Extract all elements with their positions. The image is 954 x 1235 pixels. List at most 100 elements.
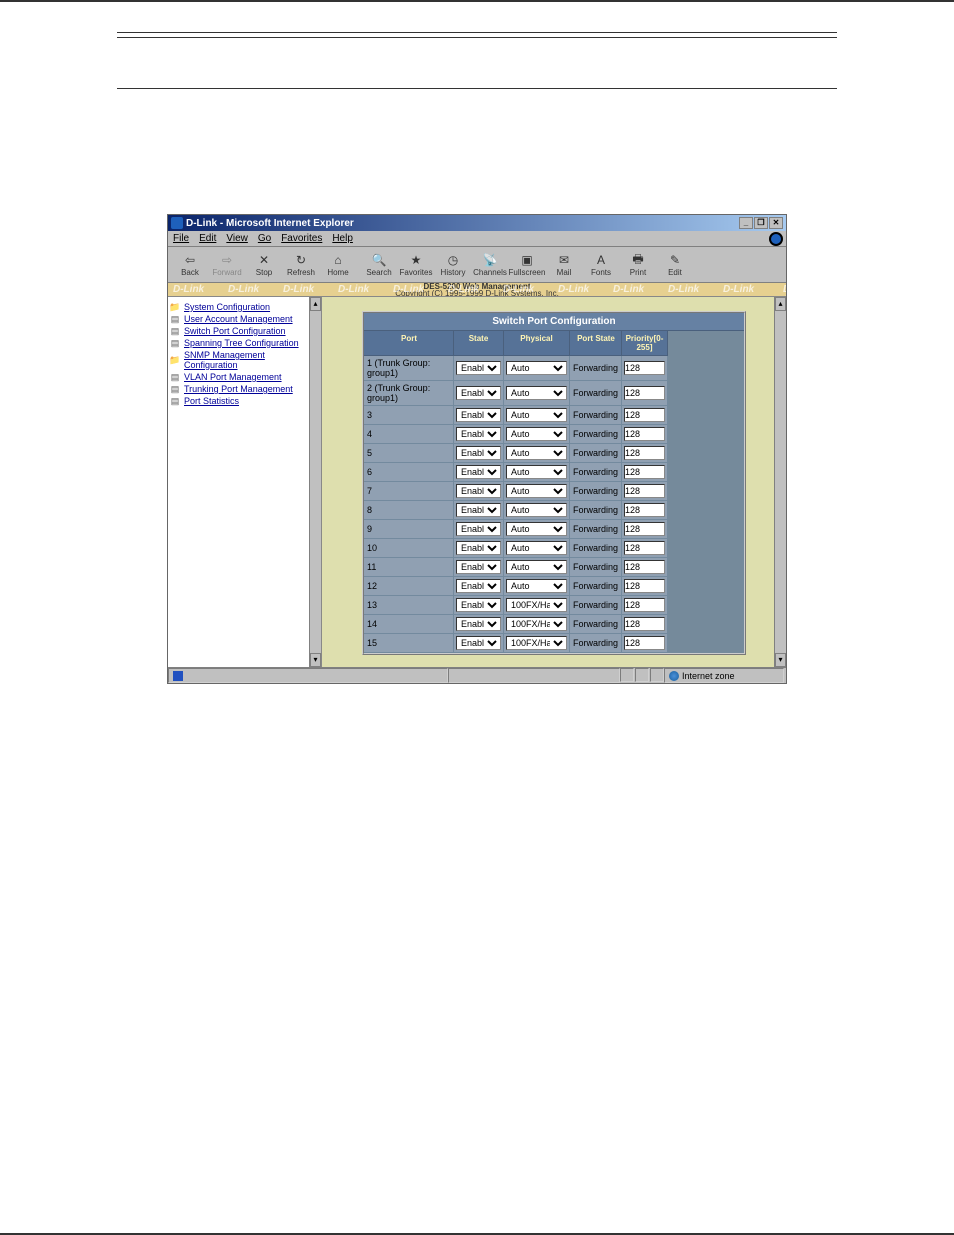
physical-select[interactable]: Auto xyxy=(506,465,567,479)
sidebar-item[interactable]: ▤Trunking Port Management xyxy=(170,383,319,395)
state-select[interactable]: Enable xyxy=(456,465,501,479)
scroll-down-icon[interactable]: ▾ xyxy=(310,653,321,667)
physical-select[interactable]: 100FX/Half xyxy=(506,617,567,631)
refresh-icon: ↻ xyxy=(293,252,309,268)
menu-go[interactable]: Go xyxy=(258,233,271,244)
sidebar-item[interactable]: 📁System Configuration xyxy=(170,301,319,313)
physical-select[interactable]: Auto xyxy=(506,361,567,375)
banner-text: DES-5200 Web Management Copyright (C) 19… xyxy=(395,283,559,297)
toolbar-search-button[interactable]: 🔍Search xyxy=(361,248,397,282)
physical-select[interactable]: Auto xyxy=(506,427,567,441)
sidebar-item[interactable]: ▤User Account Management xyxy=(170,313,319,325)
state-select[interactable]: Enable xyxy=(456,522,501,536)
toolbar-mail-button[interactable]: ✉Mail xyxy=(546,248,582,282)
toolbar-back-button[interactable]: ⇦Back xyxy=(172,248,208,282)
toolbar-print-button[interactable]: 🖶Print xyxy=(620,248,656,282)
priority-input[interactable] xyxy=(624,522,665,536)
toolbar-fullscreen-button[interactable]: ▣Fullscreen xyxy=(509,248,545,282)
scroll-up-icon[interactable]: ▴ xyxy=(775,297,786,311)
physical-select[interactable]: Auto xyxy=(506,386,567,400)
menu-file[interactable]: File xyxy=(173,233,189,244)
priority-input[interactable] xyxy=(624,408,665,422)
priority-input[interactable] xyxy=(624,503,665,517)
sidebar-item[interactable]: ▤Switch Port Configuration xyxy=(170,325,319,337)
sidebar-scrollbar[interactable]: ▴ ▾ xyxy=(309,297,321,667)
close-button[interactable]: ✕ xyxy=(769,217,783,229)
channels-icon: 📡 xyxy=(482,252,498,268)
menu-view[interactable]: View xyxy=(226,233,248,244)
table-title: Switch Port Configuration xyxy=(364,313,744,331)
priority-input[interactable] xyxy=(624,541,665,555)
scroll-up-icon[interactable]: ▴ xyxy=(310,297,321,311)
state-select[interactable]: Enable xyxy=(456,560,501,574)
portstate-label: Forwarding xyxy=(570,615,622,634)
sidebar-item[interactable]: ▤Spanning Tree Configuration xyxy=(170,337,319,349)
table-row: 1 (Trunk Group: group1)EnableAutoForward… xyxy=(364,356,744,381)
history-icon: ◷ xyxy=(445,252,461,268)
state-select[interactable]: Enable xyxy=(456,408,501,422)
priority-input[interactable] xyxy=(624,465,665,479)
toolbar-history-button[interactable]: ◷History xyxy=(435,248,471,282)
priority-input[interactable] xyxy=(624,427,665,441)
toolbar-channels-button[interactable]: 📡Channels xyxy=(472,248,508,282)
sidebar-item[interactable]: 📁SNMP Management Configuration xyxy=(170,349,319,371)
physical-select[interactable]: Auto xyxy=(506,503,567,517)
physical-select[interactable]: Auto xyxy=(506,560,567,574)
table-row: 2 (Trunk Group: group1)EnableAutoForward… xyxy=(364,381,744,406)
zone-label: Internet zone xyxy=(682,671,735,681)
menu-help[interactable]: Help xyxy=(332,233,353,244)
physical-select[interactable]: Auto xyxy=(506,522,567,536)
physical-select[interactable]: Auto xyxy=(506,408,567,422)
portstate-label: Forwarding xyxy=(570,558,622,577)
priority-input[interactable] xyxy=(624,484,665,498)
toolbar-stop-button[interactable]: ✕Stop xyxy=(246,248,282,282)
state-select[interactable]: Enable xyxy=(456,446,501,460)
state-select[interactable]: Enable xyxy=(456,636,501,650)
toolbar-forward-button[interactable]: ⇨Forward xyxy=(209,248,245,282)
priority-input[interactable] xyxy=(624,446,665,460)
sidebar-item[interactable]: ▤Port Statistics xyxy=(170,395,319,407)
toolbar-refresh-button[interactable]: ↻Refresh xyxy=(283,248,319,282)
physical-select[interactable]: Auto xyxy=(506,579,567,593)
main-scrollbar[interactable]: ▴ ▾ xyxy=(774,297,786,667)
state-select[interactable]: Enable xyxy=(456,427,501,441)
priority-input[interactable] xyxy=(624,361,665,375)
state-select[interactable]: Enable xyxy=(456,361,501,375)
toolbar-home-button[interactable]: ⌂Home xyxy=(320,248,356,282)
menu-favorites[interactable]: Favorites xyxy=(281,233,322,244)
state-select[interactable]: Enable xyxy=(456,598,501,612)
toolbar-edit-button[interactable]: ✎Edit xyxy=(657,248,693,282)
col-header-physical: Physical xyxy=(504,331,570,356)
physical-select[interactable]: Auto xyxy=(506,541,567,555)
sidebar-item-label: System Configuration xyxy=(184,302,270,312)
minimize-button[interactable]: _ xyxy=(739,217,753,229)
priority-input[interactable] xyxy=(624,636,665,650)
physical-select[interactable]: Auto xyxy=(506,446,567,460)
status-pane xyxy=(620,668,634,682)
priority-input[interactable] xyxy=(624,386,665,400)
menu-edit[interactable]: Edit xyxy=(199,233,216,244)
toolbar-fonts-button[interactable]: AFonts xyxy=(583,248,619,282)
state-select[interactable]: Enable xyxy=(456,617,501,631)
scroll-down-icon[interactable]: ▾ xyxy=(775,653,786,667)
state-select[interactable]: Enable xyxy=(456,541,501,555)
maximize-button[interactable]: ❐ xyxy=(754,217,768,229)
port-label: 11 xyxy=(364,558,454,577)
col-header-priority: Priority[0-255] xyxy=(622,331,668,356)
state-select[interactable]: Enable xyxy=(456,503,501,517)
priority-input[interactable] xyxy=(624,579,665,593)
sidebar-item[interactable]: ▤VLAN Port Management xyxy=(170,371,319,383)
priority-input[interactable] xyxy=(624,617,665,631)
priority-input[interactable] xyxy=(624,560,665,574)
physical-select[interactable]: 100FX/Half xyxy=(506,636,567,650)
home-icon: ⌂ xyxy=(330,252,346,268)
toolbar-favorites-button[interactable]: ★Favorites xyxy=(398,248,434,282)
state-select[interactable]: Enable xyxy=(456,579,501,593)
priority-input[interactable] xyxy=(624,598,665,612)
state-select[interactable]: Enable xyxy=(456,386,501,400)
toolbar: ⇦Back⇨Forward✕Stop↻Refresh⌂Home🔍Search★F… xyxy=(168,247,786,283)
physical-select[interactable]: 100FX/Half xyxy=(506,598,567,612)
back-icon: ⇦ xyxy=(182,252,198,268)
state-select[interactable]: Enable xyxy=(456,484,501,498)
physical-select[interactable]: Auto xyxy=(506,484,567,498)
